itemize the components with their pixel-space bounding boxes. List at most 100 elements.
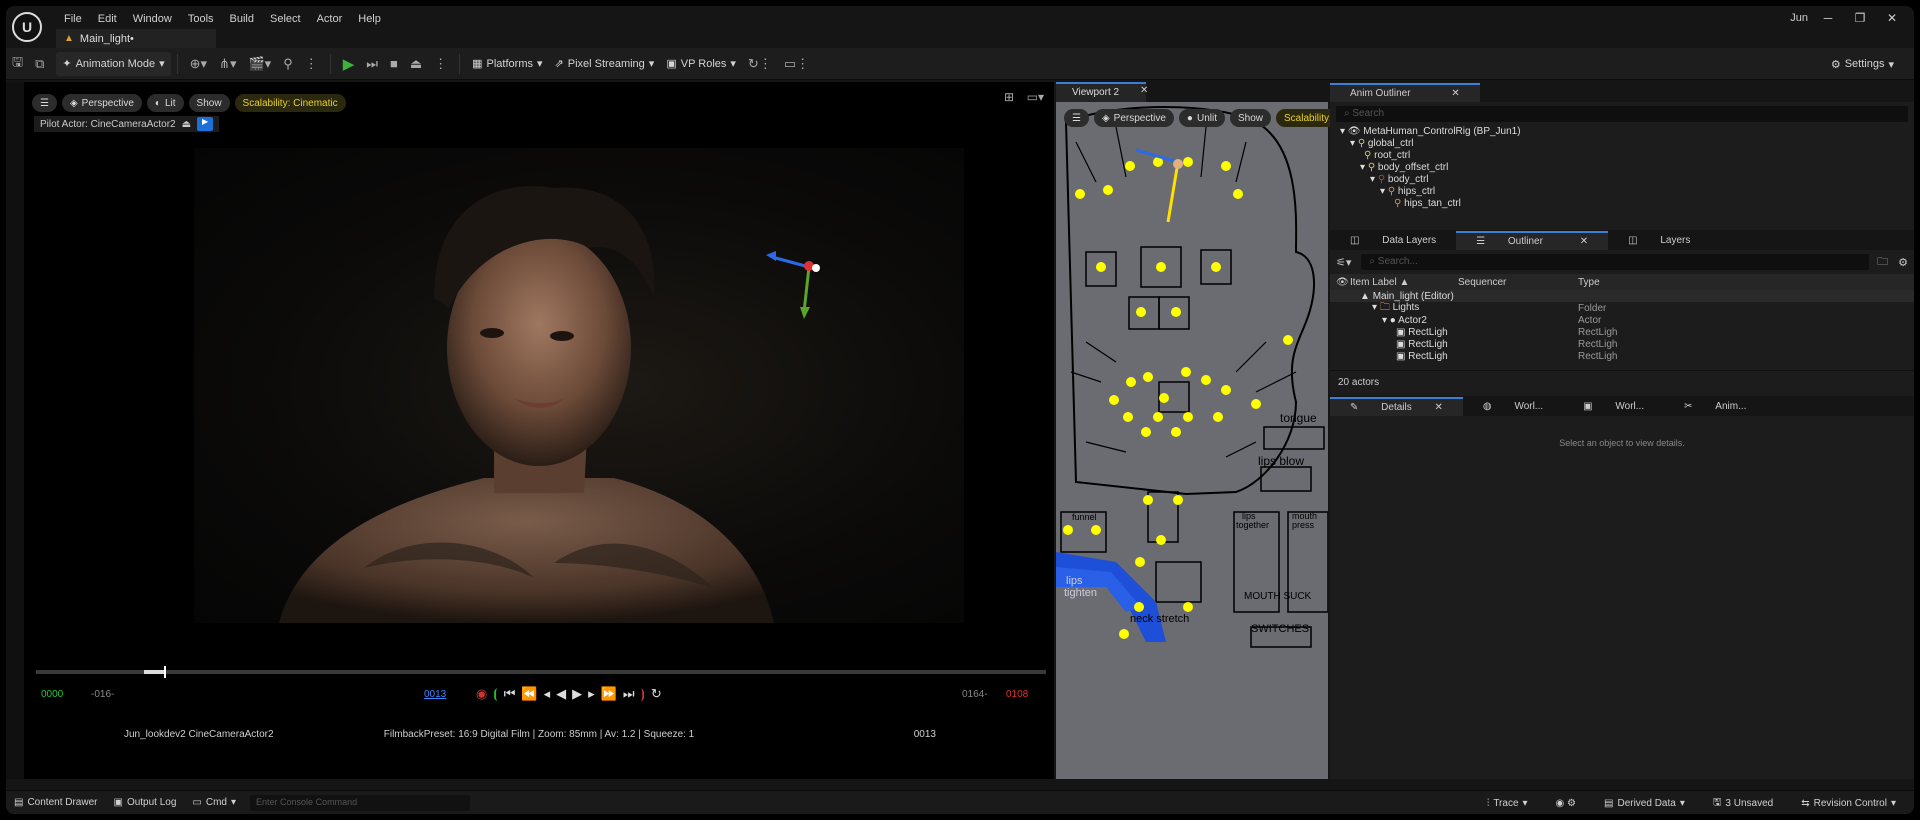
cinematics-icon[interactable]: 🎬▾ xyxy=(242,52,277,76)
output-log-button[interactable]: ▣ Output Log xyxy=(105,797,184,808)
maximize-icon[interactable]: ❐ xyxy=(1844,8,1876,28)
layout-icon[interactable]: ⊞ xyxy=(1004,90,1014,104)
eject-icon[interactable]: ⏏ xyxy=(404,52,428,76)
table-row[interactable]: ▾ 🗀 Lights Folder xyxy=(1330,302,1914,314)
mode-dropdown[interactable]: ✦ Animation Mode ▾ xyxy=(56,51,171,76)
control-dot-icon[interactable] xyxy=(1251,399,1261,409)
vp-roles-dropdown[interactable]: ▣ VP Roles ▾ xyxy=(660,52,742,76)
next-frame-icon[interactable]: ▸ xyxy=(588,686,595,702)
table-row[interactable]: ▣ RectLigh RectLigh xyxy=(1330,338,1914,350)
tree-item[interactable]: ⚲ root_ctrl xyxy=(1336,150,1914,162)
table-row[interactable]: ▣ RectLigh RectLigh xyxy=(1330,326,1914,338)
control-dot-icon[interactable] xyxy=(1135,557,1145,567)
platforms-dropdown[interactable]: ▦ Platforms ▾ xyxy=(466,52,548,76)
anim-outliner-tab[interactable]: Anim Outliner ✕ xyxy=(1330,82,1480,102)
play-reverse-icon[interactable]: ◀ xyxy=(556,686,566,702)
add-actor-icon[interactable]: ⊕▾ xyxy=(184,52,213,76)
anim-outliner-search[interactable]: ⌕ Search xyxy=(1336,106,1908,122)
viewport2-unlit-button[interactable]: ● Unlit xyxy=(1178,109,1225,127)
play-icon[interactable]: ▶ xyxy=(572,686,582,702)
browse-icon[interactable]: ⧉ xyxy=(29,52,50,76)
control-dot-icon[interactable] xyxy=(1201,375,1211,385)
filter-icon[interactable]: ⚟▾ xyxy=(1330,256,1357,269)
control-dot-icon[interactable] xyxy=(1103,185,1113,195)
tab-details[interactable]: ✎ Details ✕ xyxy=(1330,396,1463,416)
snap-icon[interactable]: ⚲ xyxy=(277,52,299,76)
control-dot-icon[interactable] xyxy=(1171,307,1181,317)
control-dot-icon[interactable] xyxy=(1181,367,1191,377)
eject-pilot-icon[interactable]: ⏏ xyxy=(182,119,191,130)
record-icon[interactable]: ◉ xyxy=(476,686,487,702)
visibility-icon[interactable]: 👁 xyxy=(1330,277,1350,288)
control-dot-icon[interactable] xyxy=(1075,189,1085,199)
control-dot-icon[interactable] xyxy=(1156,262,1166,272)
control-dot-icon[interactable] xyxy=(1109,395,1119,405)
close-tab-icon[interactable]: ✕ xyxy=(1140,85,1148,96)
go-end-icon[interactable]: ⏭ xyxy=(623,686,635,702)
control-dot-icon[interactable] xyxy=(1091,525,1101,535)
more-icon[interactable]: ⋮ xyxy=(299,52,324,76)
blueprint-icon[interactable]: ⋔▾ xyxy=(213,52,242,76)
mark-out-icon[interactable]: ⦘ xyxy=(641,686,645,702)
close-icon[interactable]: ✕ xyxy=(1876,8,1908,28)
table-row[interactable]: ▣ RectLigh RectLigh xyxy=(1330,350,1914,362)
control-dot-icon[interactable] xyxy=(1063,525,1073,535)
viewport-2[interactable]: tongue lips blow funnel lips together mo… xyxy=(1056,82,1328,779)
control-dot-icon[interactable] xyxy=(1233,189,1243,199)
close-tab-icon[interactable]: ✕ xyxy=(1441,85,1469,102)
derived-data-button[interactable]: ▤ Derived Data ▾ xyxy=(1596,795,1693,812)
unreal-logo-icon[interactable]: U xyxy=(12,12,42,42)
control-dot-icon[interactable] xyxy=(1136,307,1146,317)
control-dot-icon[interactable] xyxy=(1211,262,1221,272)
main-viewport[interactable]: ☰ ◈ Perspective ◐ Lit Show Scalability: Ci… xyxy=(24,82,1054,779)
current-frame-field[interactable]: 0013 xyxy=(424,689,446,700)
prev-key-icon[interactable]: ⏪ xyxy=(521,686,537,702)
menu-edit[interactable]: Edit xyxy=(90,9,125,29)
timeline-scrubber[interactable] xyxy=(36,666,1046,678)
control-dot-icon[interactable] xyxy=(1171,427,1181,437)
cooker-icon[interactable]: ▭⋮ xyxy=(778,52,815,76)
table-row[interactable]: ▾ ● Actor2 Actor xyxy=(1330,314,1914,326)
trace-button[interactable]: ⫶ Trace ▾ xyxy=(1479,795,1536,812)
lit-button[interactable]: ◐ Lit xyxy=(146,94,184,112)
column-item-label[interactable]: Item Label ▲ xyxy=(1350,277,1458,288)
viewport2-perspective-button[interactable]: ◈ Perspective xyxy=(1093,109,1174,127)
control-dot-icon[interactable] xyxy=(1123,412,1133,422)
mark-in-icon[interactable]: ⦗ xyxy=(493,686,497,702)
tree-item[interactable]: ⚲ hips_tan_ctrl xyxy=(1336,198,1914,210)
column-type[interactable]: Type xyxy=(1578,277,1600,288)
playhead[interactable] xyxy=(164,666,167,678)
aspect-icon[interactable]: ▭▾ xyxy=(1027,90,1044,104)
transform-gizmo-icon[interactable] xyxy=(764,247,834,327)
viewport2-tab[interactable]: Viewport 2 xyxy=(1056,82,1146,102)
tab-anim[interactable]: ✂ Anim... xyxy=(1664,398,1766,415)
control-dot-icon[interactable] xyxy=(1173,495,1183,505)
control-dot-icon[interactable] xyxy=(1153,412,1163,422)
control-dot-icon[interactable] xyxy=(1221,385,1231,395)
control-dot-icon[interactable] xyxy=(1156,535,1166,545)
control-dot-icon[interactable] xyxy=(1183,602,1193,612)
tab-data-layers[interactable]: ◫ Data Layers xyxy=(1330,232,1456,249)
more-icon[interactable]: ⋮ xyxy=(428,52,453,76)
control-dot-icon[interactable] xyxy=(1159,393,1169,403)
stop-icon[interactable]: ■ xyxy=(384,52,404,76)
control-dot-icon[interactable] xyxy=(1183,157,1193,167)
tab-world-2[interactable]: ▣ Worl... xyxy=(1563,398,1664,415)
revision-control-button[interactable]: ⇆ Revision Control ▾ xyxy=(1793,795,1904,812)
control-dot-icon[interactable] xyxy=(1143,495,1153,505)
control-dot-icon[interactable] xyxy=(1221,161,1231,171)
tree-item[interactable]: ▾ 👁 MetaHuman_ControlRig (BP_Jun1) xyxy=(1336,126,1914,138)
control-dot-icon[interactable] xyxy=(1283,335,1293,345)
column-sequencer[interactable]: Sequencer xyxy=(1458,277,1578,288)
control-dot-icon[interactable] xyxy=(1134,602,1144,612)
control-dot-icon[interactable] xyxy=(1126,377,1136,387)
console-input[interactable]: Enter Console Command xyxy=(250,794,471,811)
viewport2-show-button[interactable]: Show xyxy=(1229,109,1271,127)
add-folder-icon[interactable]: 🗀 xyxy=(1873,253,1892,272)
content-drawer-button[interactable]: ▤ Content Drawer xyxy=(6,797,105,808)
menu-window[interactable]: Window xyxy=(125,9,180,29)
record-icon[interactable]: ◉ ⚙ xyxy=(1548,795,1584,812)
settings-button[interactable]: ⚙ Settings ▾ xyxy=(1825,52,1900,76)
prev-frame-icon[interactable]: ◂ xyxy=(544,686,551,702)
show-button[interactable]: Show xyxy=(188,94,230,112)
